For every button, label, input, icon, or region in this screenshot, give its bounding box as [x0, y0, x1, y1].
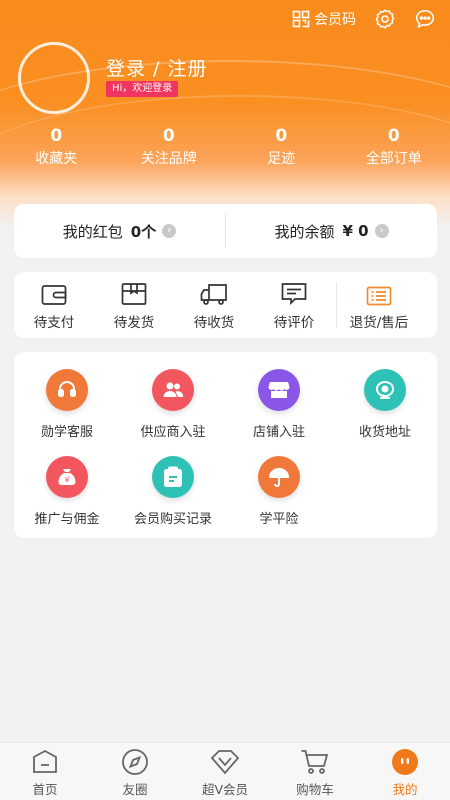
header-background: [0, 0, 450, 230]
login-register-link[interactable]: 登录 / 注册: [106, 54, 207, 81]
tab-shopping-cart[interactable]: 购物车: [270, 743, 360, 800]
chat-bubble-icon: [415, 9, 435, 29]
profile-icon: [360, 748, 450, 776]
service-label: 学平险: [259, 512, 299, 527]
order-return-aftersale[interactable]: 退货/售后: [339, 280, 419, 331]
order-pending-review[interactable]: 待评价: [254, 280, 334, 331]
money-bag-icon: ¥: [46, 456, 88, 498]
headset-icon: [46, 369, 88, 411]
bottom-tab-bar: 首页 友圈 超V会员 购物车 我的: [0, 742, 450, 800]
red-packet-entry[interactable]: 我的红包 0个 ›: [14, 221, 225, 242]
service-shipping-address[interactable]: 收货地址: [332, 369, 438, 440]
order-label: 退货/售后: [349, 314, 409, 331]
stat-favorites[interactable]: 0 收藏夹: [0, 126, 113, 168]
service-label: 店铺入驻: [252, 425, 305, 440]
service-customer-support[interactable]: 勋学客服: [14, 369, 120, 440]
settings-button[interactable]: [374, 8, 396, 30]
welcome-badge: Hi，欢迎登录: [106, 81, 179, 97]
store-icon: [258, 369, 300, 411]
divider: [336, 282, 337, 328]
svg-text:¥: ¥: [64, 476, 69, 485]
tab-label: 购物车: [296, 782, 334, 797]
stat-followed-brands[interactable]: 0 关注品牌: [113, 126, 226, 168]
compass-icon: [90, 748, 180, 776]
tab-label: 友圈: [122, 782, 148, 797]
tab-friends-circle[interactable]: 友圈: [90, 743, 180, 800]
stat-label: 足迹: [267, 151, 296, 167]
stat-number: 0: [50, 126, 63, 146]
stat-number: 0: [275, 126, 288, 146]
qr-code-icon: [292, 10, 310, 28]
stat-footprints[interactable]: 0 足迹: [225, 126, 338, 168]
package-icon: [94, 280, 174, 306]
location-icon: [364, 369, 406, 411]
umbrella-icon: [258, 456, 300, 498]
order-label: 待收货: [193, 314, 235, 331]
services-card: 勋学客服 供应商入驻 店铺入驻 收货地址 ¥ 推广与佣金 会员购买记录 学平险: [14, 352, 437, 538]
order-label: 待支付: [33, 314, 75, 331]
home-icon: [0, 748, 90, 776]
chevron-right-icon: ›: [374, 224, 389, 238]
member-code-button[interactable]: 会员码: [292, 9, 356, 29]
stat-all-orders[interactable]: 0 全部订单: [338, 126, 450, 168]
service-supplier-join[interactable]: 供应商入驻: [120, 369, 226, 440]
tab-label: 超V会员: [201, 782, 249, 797]
order-pending-shipment[interactable]: 待发货: [94, 280, 174, 331]
stat-label: 全部订单: [365, 151, 422, 167]
red-packet-value: 0个: [130, 222, 157, 241]
wallet-card: 我的红包 0个 › 我的余额 ¥ 0 ›: [14, 204, 437, 258]
balance-entry[interactable]: 我的余额 ¥ 0 ›: [226, 221, 437, 242]
tab-mine[interactable]: 我的: [360, 743, 450, 800]
order-label: 待发货: [113, 314, 155, 331]
diamond-icon: [180, 748, 270, 776]
message-button[interactable]: [414, 8, 436, 30]
member-code-label: 会员码: [314, 12, 356, 28]
tab-label: 我的: [392, 782, 418, 797]
balance-label: 我的余额: [274, 222, 335, 241]
service-label: 收货地址: [358, 425, 411, 440]
stat-label: 收藏夹: [35, 151, 78, 167]
order-pending-receipt[interactable]: 待收货: [174, 280, 254, 331]
balance-value: ¥ 0: [342, 222, 369, 240]
service-label: 勋学客服: [40, 425, 93, 440]
tab-label: 首页: [32, 782, 58, 797]
service-member-purchase-records[interactable]: 会员购买记录: [120, 456, 226, 527]
tab-home[interactable]: 首页: [0, 743, 90, 800]
gear-icon: [375, 9, 395, 29]
cart-icon: [270, 748, 360, 776]
order-pending-payment[interactable]: 待支付: [14, 280, 94, 331]
order-label: 待评价: [273, 314, 315, 331]
stat-number: 0: [387, 126, 400, 146]
stat-label: 关注品牌: [140, 151, 197, 167]
avatar[interactable]: [18, 42, 90, 114]
red-packet-label: 我的红包: [62, 222, 123, 241]
service-label: 供应商入驻: [140, 425, 206, 440]
stats-row: 0 收藏夹 0 关注品牌 0 足迹 0 全部订单: [0, 126, 450, 168]
service-student-insurance[interactable]: 学平险: [226, 456, 332, 527]
service-label: 推广与佣金: [34, 512, 100, 527]
tab-super-v-member[interactable]: 超V会员: [180, 743, 270, 800]
wallet-icon: [14, 280, 94, 306]
service-promotion-commission[interactable]: ¥ 推广与佣金: [14, 456, 120, 527]
stat-number: 0: [162, 126, 175, 146]
people-icon: [152, 369, 194, 411]
orders-card: 待支付 待发货 待收货 待评价 退货/售后: [14, 272, 437, 338]
service-store-join[interactable]: 店铺入驻: [226, 369, 332, 440]
chevron-right-icon: ›: [162, 224, 177, 238]
truck-icon: [174, 280, 254, 306]
clipboard-icon: [152, 456, 194, 498]
top-actions: 会员码: [292, 6, 436, 32]
comment-icon: [254, 280, 334, 306]
return-list-icon: [339, 280, 419, 306]
service-label: 会员购买记录: [133, 512, 212, 527]
